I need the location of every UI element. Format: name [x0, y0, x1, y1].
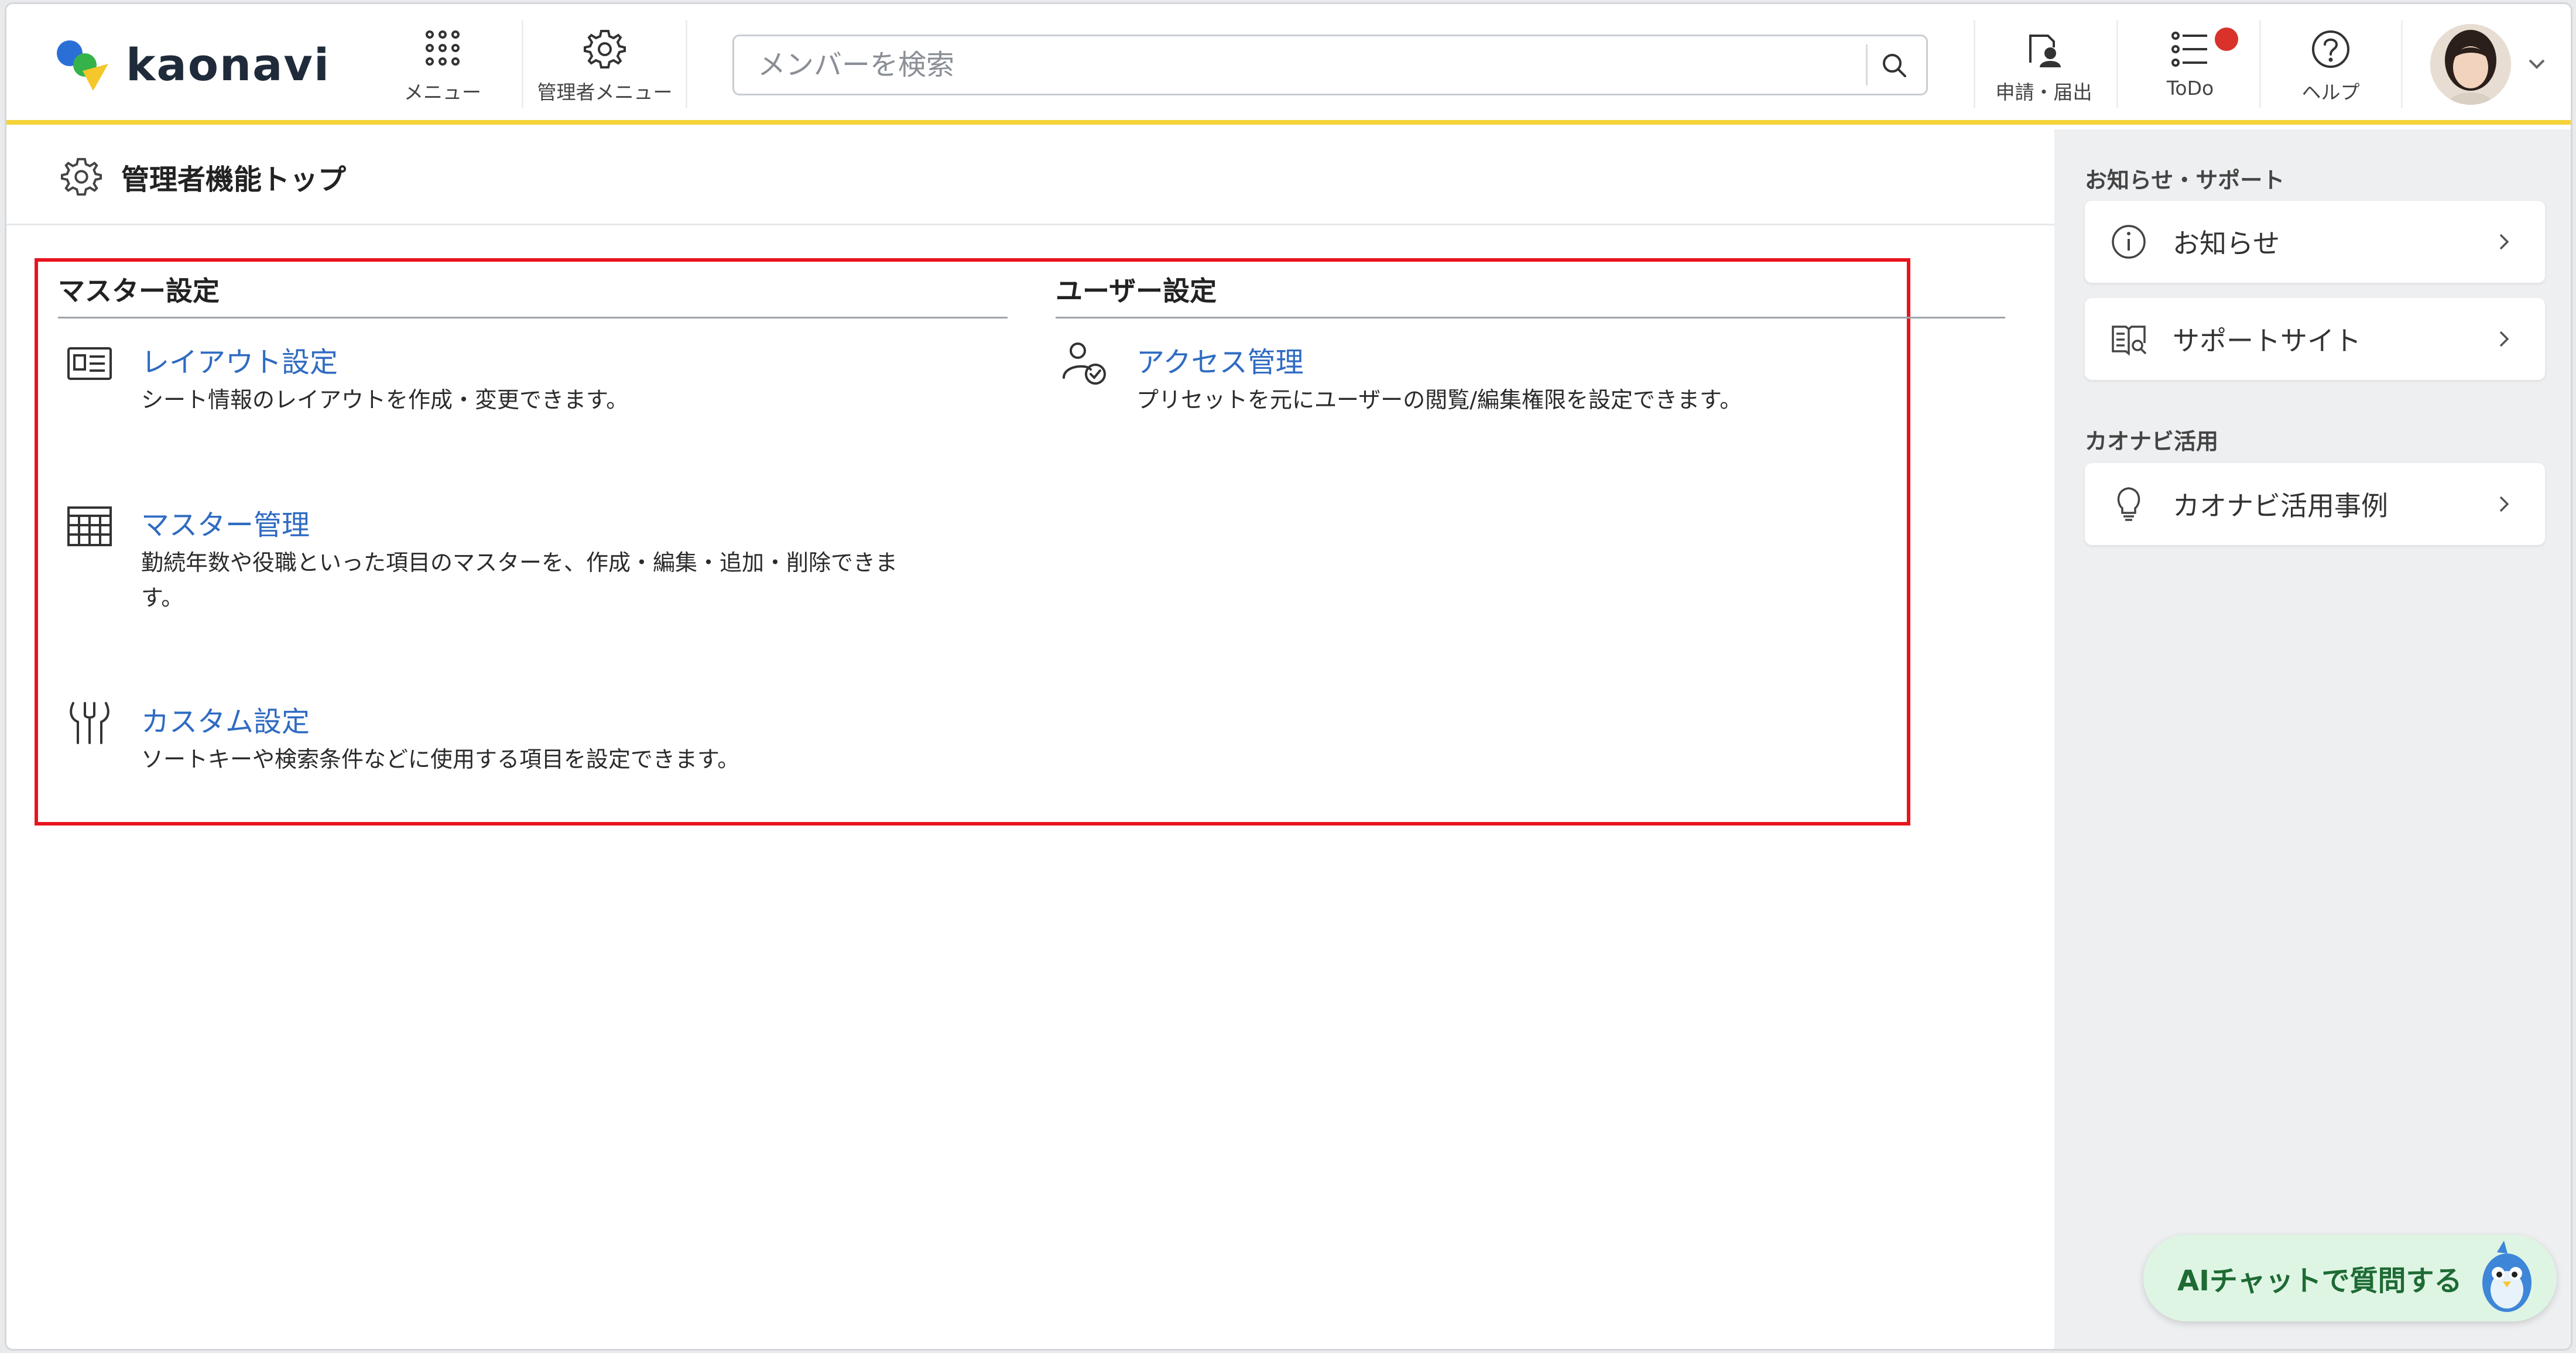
gear-icon	[60, 157, 102, 196]
bird-mascot-icon	[2482, 1241, 2532, 1312]
header-divider	[2259, 20, 2261, 108]
chevron-right-icon	[2499, 496, 2509, 512]
kaonavi-logo-icon	[57, 40, 108, 91]
page-title: 管理者機能トップ	[121, 163, 347, 196]
todo-label: ToDo	[2166, 77, 2214, 100]
master-management-link[interactable]: マスター管理	[141, 502, 310, 543]
page-title-bar: 管理者機能トップ	[6, 129, 2054, 225]
help-button[interactable]: ヘルプ	[2278, 28, 2383, 109]
grid-dots-icon	[426, 30, 460, 66]
chevron-right-icon	[2499, 331, 2509, 347]
app-window: kaonavi メニュー 管理者メニュー メンバーを検索 申請・届出 ToDo …	[5, 2, 2572, 1351]
requests-label: 申請・届出	[1995, 81, 2092, 104]
layout-card-icon	[67, 347, 112, 380]
kaonavi-logo[interactable]: kaonavi	[52, 32, 330, 97]
usage-cases-card[interactable]: カオナビ活用事例	[2085, 463, 2545, 545]
admin-menu-button[interactable]: 管理者メニュー	[529, 28, 681, 109]
header-divider	[686, 20, 687, 108]
checklist-icon	[2171, 32, 2207, 67]
main-content: 管理者機能トップ マスター設定 レイアウト設定 シート情報のレイアウトを作成・変…	[6, 129, 2054, 1349]
custom-settings-entry: カスタム設定 ソートキーや検索条件などに使用する項目を設定できます。	[65, 698, 1002, 780]
access-management-desc: プリセットを元にユーザーの閲覧/編集権限を設定できます。	[1136, 387, 1742, 413]
admin-menu-label: 管理者メニュー	[537, 81, 673, 104]
book-search-icon	[2112, 326, 2147, 356]
ai-chat-button[interactable]: AIチャットで質問する	[2143, 1235, 2557, 1321]
logo-text: kaonavi	[126, 38, 331, 91]
header-divider	[1974, 20, 1975, 108]
info-icon	[2112, 225, 2146, 259]
header-divider	[522, 20, 523, 108]
master-management-desc: 勤続年数や役職といった項目のマスターを、作成・編集・追加・削除できま す。	[141, 545, 898, 615]
master-management-entry: マスター管理 勤続年数や役職といった項目のマスターを、作成・編集・追加・削除でき…	[65, 502, 1002, 619]
usage-cases-label: カオナビ活用事例	[2173, 490, 2388, 522]
custom-tools-icon	[70, 702, 109, 744]
search-button[interactable]	[1873, 44, 1916, 87]
top-header: kaonavi メニュー 管理者メニュー メンバーを検索 申請・届出 ToDo …	[6, 4, 2571, 125]
layout-settings-link[interactable]: レイアウト設定	[141, 339, 338, 380]
news-card[interactable]: お知らせ	[2085, 201, 2545, 283]
ai-chat-label: AIチャットで質問する	[2177, 1265, 2462, 1297]
custom-settings-desc: ソートキーや検索条件などに使用する項目を設定できます。	[141, 746, 740, 772]
custom-settings-link[interactable]: カスタム設定	[141, 698, 310, 739]
master-management-desc-line2: す。	[141, 585, 184, 611]
right-sidebar: お知らせ・サポート お知らせ サポートサイト カオナビ活用 カオナビ活用事例	[2054, 129, 2571, 1349]
header-divider	[2401, 20, 2403, 108]
user-settings-heading: ユーザー設定	[1056, 270, 2005, 318]
menu-button[interactable]: メニュー	[393, 28, 492, 109]
access-management-entry: アクセス管理 プリセットを元にユーザーの閲覧/編集権限を設定できます。	[1060, 339, 1997, 421]
user-avatar[interactable]	[2430, 24, 2511, 105]
kaonavi-usage-heading: カオナビ活用	[2085, 429, 2219, 454]
gear-icon	[584, 30, 626, 68]
master-management-desc-line1: 勤続年数や役職といった項目のマスターを、作成・編集・追加・削除できま	[141, 550, 898, 576]
help-circle-icon	[2312, 30, 2349, 68]
news-support-heading: お知らせ・サポート	[2085, 167, 2285, 193]
requests-button[interactable]: 申請・届出	[1979, 28, 2108, 109]
support-site-card[interactable]: サポートサイト	[2085, 298, 2545, 380]
user-check-icon	[1063, 342, 1106, 385]
search-icon	[1883, 54, 1906, 77]
document-person-icon	[2029, 35, 2061, 68]
menu-label: メニュー	[404, 81, 481, 104]
chevron-right-icon	[2499, 234, 2509, 250]
table-grid-icon	[67, 506, 112, 546]
master-settings-heading: マスター設定	[58, 270, 1008, 318]
search-input[interactable]	[758, 36, 1823, 94]
avatar-photo	[2430, 24, 2511, 105]
access-management-link[interactable]: アクセス管理	[1136, 339, 1304, 380]
layout-settings-entry: レイアウト設定 シート情報のレイアウトを作成・変更できます。	[65, 339, 1002, 421]
layout-settings-desc: シート情報のレイアウトを作成・変更できます。	[141, 387, 629, 413]
help-label: ヘルプ	[2301, 81, 2360, 104]
header-divider	[2116, 20, 2118, 108]
member-search	[732, 35, 1928, 95]
news-label: お知らせ	[2173, 228, 2280, 259]
search-divider	[1866, 44, 1868, 85]
support-site-label: サポートサイト	[2173, 325, 2361, 357]
notification-badge	[2215, 28, 2238, 51]
chevron-down-icon[interactable]	[2525, 56, 2548, 73]
lightbulb-icon	[2117, 487, 2140, 521]
